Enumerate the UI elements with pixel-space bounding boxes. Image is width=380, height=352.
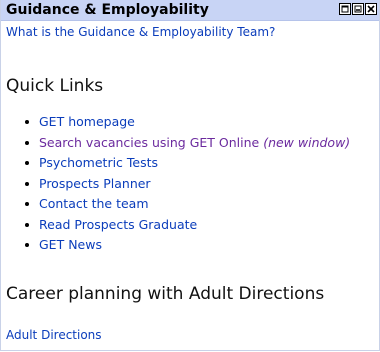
prospects-planner-link[interactable]: Prospects Planner — [39, 176, 151, 191]
psychometric-tests-link[interactable]: Psychometric Tests — [39, 155, 158, 170]
adult-directions-link[interactable]: Adult Directions — [6, 328, 102, 342]
search-vacancies-link[interactable]: Search vacancies using GET Online — [39, 135, 259, 150]
list-item: Read Prospects Graduate — [25, 217, 359, 234]
guidance-portlet: Guidance & Employability What is the Gui… — [0, 0, 380, 351]
quick-links-list: GET homepage Search vacancies using GET … — [6, 114, 359, 258]
new-window-note: (new window) — [263, 134, 351, 150]
get-homepage-link[interactable]: GET homepage — [39, 114, 135, 129]
close-icon[interactable] — [365, 3, 377, 15]
career-planning-heading: Career planning with Adult Directions — [6, 284, 325, 304]
quick-links-heading: Quick Links — [6, 76, 104, 96]
prospects-graduate-link[interactable]: Read Prospects Graduate — [39, 217, 197, 232]
contact-team-link[interactable]: Contact the team — [39, 196, 149, 211]
list-item: Search vacancies using GET Online (new w… — [25, 134, 359, 152]
list-item: Psychometric Tests — [25, 155, 359, 172]
minimize-icon[interactable] — [352, 3, 364, 15]
list-item: GET homepage — [25, 114, 359, 131]
portlet-header: Guidance & Employability — [1, 0, 379, 21]
team-info-link[interactable]: What is the Guidance & Employability Tea… — [6, 25, 275, 39]
list-item: GET News — [25, 237, 359, 254]
list-item: Prospects Planner — [25, 176, 359, 193]
get-news-link[interactable]: GET News — [39, 237, 102, 252]
portlet-controls — [339, 3, 377, 15]
list-item: Contact the team — [25, 196, 359, 213]
portlet-title: Guidance & Employability — [6, 2, 209, 18]
restore-icon[interactable] — [339, 3, 351, 15]
